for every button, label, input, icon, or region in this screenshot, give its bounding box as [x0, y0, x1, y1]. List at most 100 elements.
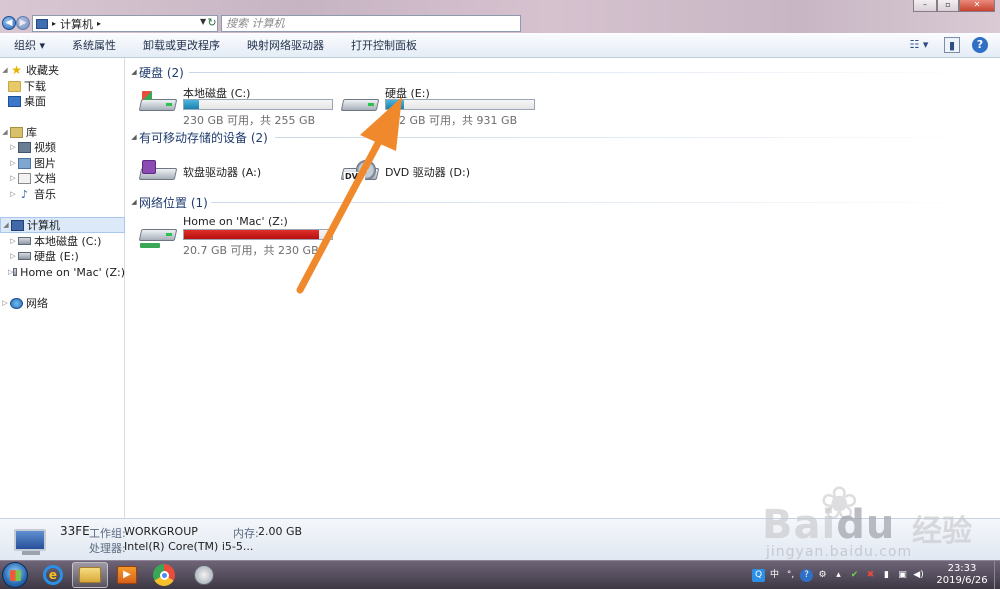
refresh-icon[interactable]: ↻: [205, 15, 219, 32]
open-control-panel-button[interactable]: 打开控制面板: [337, 37, 430, 53]
memory-label: 内存:: [233, 527, 259, 540]
sidebar-item-label: 收藏夹: [26, 64, 59, 77]
view-options-icon[interactable]: ☷ ▾: [906, 37, 932, 53]
sidebar-item-documents[interactable]: ▷ 文档: [0, 170, 125, 186]
computer-icon: [11, 219, 24, 231]
drive-e[interactable]: 硬盘 (E:) 822 GB 可用，共 931 GB: [340, 85, 542, 127]
address-crumb[interactable]: 计算机: [60, 16, 93, 32]
clock-time: 23:33: [947, 563, 977, 574]
show-desktop-button[interactable]: [994, 561, 1000, 589]
drive-name: Home on 'Mac' (Z:): [183, 215, 288, 228]
taskbar-ie[interactable]: e: [35, 562, 71, 588]
map-network-drive-button[interactable]: 映射网络驱动器: [233, 37, 337, 53]
battery-icon[interactable]: ▮: [880, 569, 893, 582]
system-properties-button[interactable]: 系统属性: [58, 37, 129, 53]
taskbar-tool[interactable]: [186, 562, 222, 588]
forward-button[interactable]: ▶: [16, 16, 30, 30]
collapse-arrow-icon[interactable]: ▷: [8, 190, 18, 198]
sidebar-item-label: Home on 'Mac' (Z:): [20, 265, 125, 279]
preview-pane-icon[interactable]: ▮: [944, 37, 960, 53]
group-header-network[interactable]: ◢ 网络位置 (1): [129, 194, 208, 210]
taskbar-media[interactable]: ▶: [109, 562, 145, 588]
start-button[interactable]: [2, 562, 28, 588]
video-icon: [18, 141, 31, 153]
drive-z[interactable]: Home on 'Mac' (Z:) 20.7 GB 可用，共 230 GB: [138, 215, 340, 257]
sidebar-item-network[interactable]: ▷ 网络: [0, 295, 125, 311]
sidebar-item-videos[interactable]: ▷ 视频: [0, 139, 125, 155]
collapse-arrow-icon[interactable]: ▷: [8, 159, 18, 167]
collapse-arrow-icon[interactable]: ▷: [8, 237, 18, 245]
baidu-watermark: ❀ Baidu 经验 jingyan.baidu.com: [762, 480, 994, 562]
group-header-hard-disks[interactable]: ◢ 硬盘 (2): [129, 64, 184, 80]
collapse-arrow-icon[interactable]: ◢: [129, 198, 139, 206]
sidebar-item-desktop[interactable]: 桌面: [0, 93, 125, 109]
collapse-arrow-icon[interactable]: ▷: [8, 252, 18, 260]
collapse-arrow-icon[interactable]: ▷: [0, 299, 10, 307]
drive-a[interactable]: 软盘驱动器 (A:): [138, 154, 340, 186]
sidebar-item-local-disk-c[interactable]: ▷ 本地磁盘 (C:): [0, 233, 125, 249]
group-divider: [189, 72, 989, 73]
organize-button[interactable]: 组织 ▾: [0, 37, 58, 53]
sidebar-item-pictures[interactable]: ▷ 图片: [0, 155, 125, 171]
settings-icon[interactable]: ⚙: [816, 569, 829, 582]
collapse-arrow-icon[interactable]: ◢: [129, 133, 139, 141]
expand-tray-icon[interactable]: ▴: [832, 569, 845, 582]
close-button[interactable]: ✕: [959, 0, 995, 12]
sidebar-item-home-mac[interactable]: ▷ Home on 'Mac' (Z:): [0, 264, 125, 280]
maximize-button[interactable]: ▫: [937, 0, 959, 12]
back-button[interactable]: ◀: [2, 16, 16, 30]
expand-arrow-icon[interactable]: ◢: [1, 221, 11, 229]
tool-icon: [194, 565, 214, 585]
sidebar-item-label: 音乐: [34, 188, 56, 201]
help-icon[interactable]: ?: [972, 37, 988, 53]
collapse-arrow-icon[interactable]: ▷: [8, 143, 18, 151]
folder-icon: [8, 80, 21, 92]
document-icon: [18, 172, 31, 184]
drive-space-info: 20.7 GB 可用，共 230 GB: [183, 244, 319, 257]
dvd-badge: DVD: [344, 172, 366, 181]
drive-name: 软盘驱动器 (A:): [183, 166, 262, 179]
navigation-pane: ◢ ★ 收藏夹 下载 桌面 ◢ 库 ▷ 视频 ▷ 图片 ▷ 文档 ▷ ♪ 音乐 …: [0, 58, 125, 518]
sidebar-item-libraries[interactable]: ◢ 库: [0, 124, 125, 140]
taskbar-explorer[interactable]: [72, 562, 108, 588]
collapse-arrow-icon[interactable]: ▷: [8, 174, 18, 182]
sidebar-item-label: 本地磁盘 (C:): [34, 235, 102, 248]
uninstall-program-button[interactable]: 卸载或更改程序: [129, 37, 233, 53]
taskbar-browser[interactable]: [146, 562, 182, 588]
dvd-drive-icon: DVD: [340, 160, 380, 182]
check-icon[interactable]: ✔: [848, 569, 861, 582]
computer-icon: [14, 529, 46, 551]
help-icon[interactable]: ?: [800, 568, 813, 582]
punctuation-icon[interactable]: °,: [784, 569, 797, 582]
drive-d[interactable]: DVD DVD 驱动器 (D:): [340, 154, 542, 186]
sidebar-item-favorites[interactable]: ◢ ★ 收藏夹: [0, 62, 125, 78]
volume-icon[interactable]: ◀): [912, 569, 925, 582]
group-header-removable[interactable]: ◢ 有可移动存储的设备 (2): [129, 129, 268, 145]
display-icon[interactable]: ▣: [896, 569, 909, 582]
drive-space-info: 230 GB 可用，共 255 GB: [183, 114, 316, 127]
expand-arrow-icon[interactable]: ◢: [0, 128, 10, 136]
search-input[interactable]: 搜索 计算机: [221, 15, 521, 32]
usage-bar-fill: [386, 100, 404, 109]
drive-c[interactable]: 本地磁盘 (C:) 230 GB 可用，共 255 GB: [138, 85, 340, 127]
minimize-button[interactable]: –: [913, 0, 937, 12]
computer-icon: [36, 18, 48, 29]
sidebar-item-disk-e[interactable]: ▷ 硬盘 (E:): [0, 248, 125, 264]
workgroup-label: 工作组:: [89, 527, 126, 540]
drive-icon: [18, 237, 31, 245]
qq-icon[interactable]: Q: [752, 568, 765, 582]
group-divider: [275, 137, 990, 138]
collapse-arrow-icon[interactable]: ◢: [129, 68, 139, 76]
expand-arrow-icon[interactable]: ◢: [0, 66, 10, 74]
network-status-icon[interactable]: ✖: [864, 569, 877, 582]
media-player-icon: ▶: [117, 566, 137, 584]
clock[interactable]: 23:33 2019/6/26: [930, 563, 994, 587]
group-divider: [211, 202, 990, 203]
watermark-cn: 经验: [912, 514, 972, 549]
input-method-icon[interactable]: 中: [768, 569, 781, 582]
sidebar-item-downloads[interactable]: 下载: [0, 78, 125, 94]
cpu-label: 处理器:: [89, 542, 126, 555]
address-bar[interactable]: ▸ 计算机 ▸: [32, 15, 218, 32]
sidebar-item-music[interactable]: ▷ ♪ 音乐: [0, 186, 125, 202]
sidebar-item-computer[interactable]: ◢ 计算机: [0, 217, 125, 233]
